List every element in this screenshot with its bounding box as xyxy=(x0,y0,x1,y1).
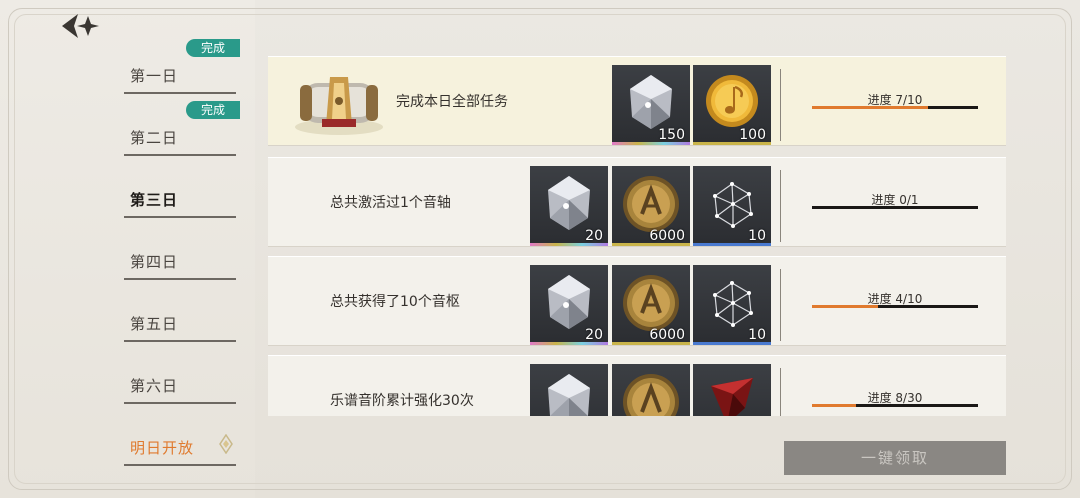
day-tab-label: 明日开放 xyxy=(130,439,195,457)
rarity-bar xyxy=(530,342,608,345)
task-description: 总共激活过1个音轴 xyxy=(330,195,451,211)
task-description: 乐谱音阶累计强化30次 xyxy=(330,393,474,409)
day-tab-label: 第二日 xyxy=(130,129,179,147)
divider xyxy=(780,269,781,341)
reward-item[interactable]: 100 xyxy=(693,65,771,145)
reward-item[interactable]: 10 xyxy=(693,166,771,246)
reward-item[interactable]: 20 xyxy=(530,166,608,246)
day-tab-3[interactable]: 第三日 xyxy=(124,189,236,229)
task-list[interactable]: 完成本日全部任务 150 100 进度 7/10 总共激活过1个音轴 20 60… xyxy=(268,56,1008,416)
day-tab-label: 第一日 xyxy=(130,67,179,85)
reward-quantity: 20 xyxy=(585,228,603,244)
reward-item[interactable] xyxy=(693,364,771,416)
task-row: 总共激活过1个音轴 20 6000 10 进度 0/1 xyxy=(268,157,1006,247)
day-tab-underline xyxy=(124,92,236,94)
day-tab-2[interactable]: 第二日 xyxy=(124,127,236,167)
reward-quantity: 150 xyxy=(658,127,685,143)
progress-bar xyxy=(812,206,978,209)
reward-quantity: 10 xyxy=(748,228,766,244)
reward-item[interactable] xyxy=(530,364,608,416)
reward-quantity: 20 xyxy=(585,327,603,343)
bronze-coin-icon xyxy=(623,374,679,416)
back-arrow-icon xyxy=(62,14,99,38)
task-description: 完成本日全部任务 xyxy=(396,94,508,110)
day-tab-underline xyxy=(124,464,236,466)
day-tab-label: 第三日 xyxy=(130,191,179,209)
rarity-bar xyxy=(612,243,690,246)
progress-bar xyxy=(812,305,978,308)
red-gem-icon xyxy=(711,378,753,416)
divider xyxy=(780,69,781,141)
reward-quantity: 10 xyxy=(748,327,766,343)
rarity-bar xyxy=(612,342,690,345)
day-tab-4[interactable]: 第四日 xyxy=(124,251,236,291)
claim-all-button[interactable]: 一键领取 xyxy=(784,441,1006,475)
day-tab-5[interactable]: 第五日 xyxy=(124,313,236,353)
task-row: 乐谱音阶累计强化30次 进度 8/30 xyxy=(268,355,1006,416)
reward-item[interactable]: 10 xyxy=(693,265,771,345)
day-tab-label: 第四日 xyxy=(130,253,179,271)
day-tab-label: 第六日 xyxy=(130,377,179,395)
rarity-bar xyxy=(693,342,771,345)
progress-bar xyxy=(812,106,978,109)
day-tab-underline xyxy=(124,154,236,156)
day-tab-underline xyxy=(124,402,236,404)
back-button[interactable] xyxy=(58,10,104,42)
reward-quantity: 6000 xyxy=(649,228,685,244)
progress-fill xyxy=(812,106,929,109)
day-tab-1[interactable]: 第一日 xyxy=(124,65,236,105)
day-tab-label: 第五日 xyxy=(130,315,179,333)
rarity-bar xyxy=(612,142,690,145)
locked-diamond-icon xyxy=(219,434,233,454)
task-description: 总共获得了10个音枢 xyxy=(330,294,460,310)
day-tab-6[interactable]: 第六日 xyxy=(124,375,236,415)
reward-item[interactable] xyxy=(612,364,690,416)
treasure-chest-icon xyxy=(295,77,383,135)
rarity-bar xyxy=(693,243,771,246)
reward-item[interactable]: 20 xyxy=(530,265,608,345)
task-row: 完成本日全部任务 150 100 进度 7/10 xyxy=(268,56,1006,146)
day-tab-underline xyxy=(124,278,236,280)
task-row: 总共获得了10个音枢 20 6000 10 进度 4/10 xyxy=(268,256,1006,346)
reward-quantity: 6000 xyxy=(649,327,685,343)
day-tab-underline xyxy=(124,216,236,218)
rarity-bar xyxy=(693,142,771,145)
day-1-done-badge: 完成 xyxy=(186,39,240,57)
progress-bar xyxy=(812,404,978,407)
divider xyxy=(780,368,781,416)
reward-item[interactable]: 6000 xyxy=(612,265,690,345)
progress-fill xyxy=(812,404,857,407)
crystal-icon xyxy=(548,374,590,416)
reward-item[interactable]: 150 xyxy=(612,65,690,145)
divider xyxy=(780,170,781,242)
day-2-done-badge: 完成 xyxy=(186,101,240,119)
reward-item[interactable]: 6000 xyxy=(612,166,690,246)
rarity-bar xyxy=(530,243,608,246)
progress-fill xyxy=(812,305,879,308)
reward-quantity: 100 xyxy=(739,127,766,143)
day-tab-underline xyxy=(124,340,236,342)
